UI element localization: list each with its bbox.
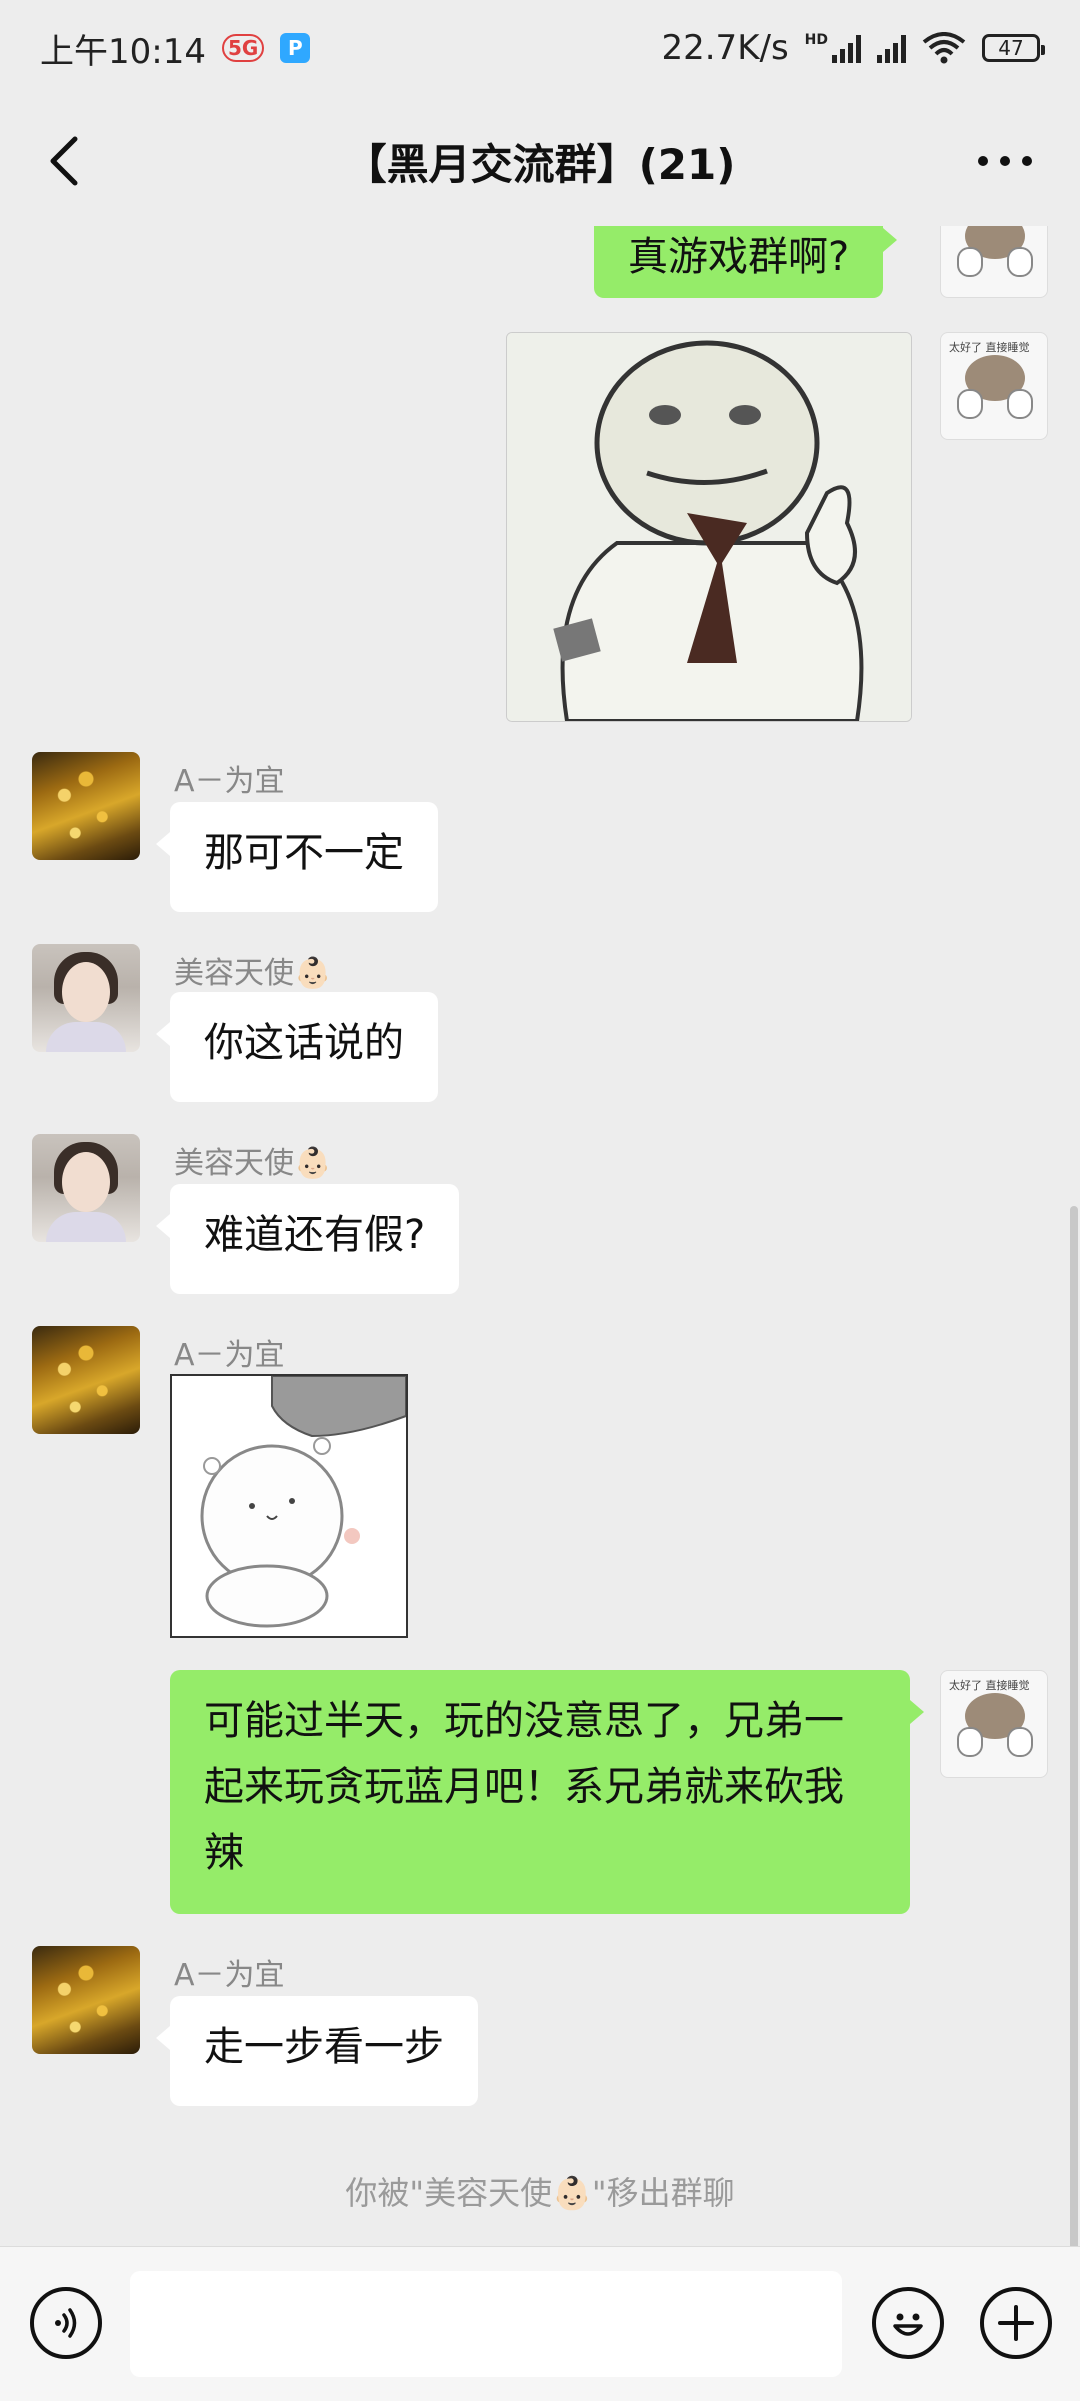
message-bubble-in[interactable]: 你这话说的 bbox=[156, 992, 438, 1102]
self-avatar[interactable]: 太好了 直接睡觉 bbox=[940, 332, 1048, 440]
message-bubble-in[interactable]: 那可不一定 bbox=[156, 802, 438, 912]
hd-label: HD bbox=[804, 32, 828, 48]
emoji-icon bbox=[893, 2313, 923, 2336]
message-text: 难道还有假? bbox=[204, 1212, 426, 1258]
message-bubble-in[interactable]: 走一步看一步 bbox=[156, 1996, 478, 2106]
wifi-icon bbox=[922, 32, 966, 64]
more-dots-icon bbox=[978, 156, 1032, 166]
sender-name: 美容天使👶🏻 bbox=[174, 1146, 332, 1181]
status-left: 上午10:14 5G P bbox=[40, 24, 311, 73]
hamster-drawing bbox=[172, 1376, 406, 1636]
avatar-caption: 太好了 直接睡觉 bbox=[949, 341, 1030, 354]
message-text: 真游戏群啊? bbox=[628, 234, 850, 280]
self-avatar[interactable]: 太好了 直接睡觉 bbox=[940, 1670, 1048, 1778]
meme-face-sticker[interactable] bbox=[506, 332, 912, 722]
self-avatar[interactable] bbox=[940, 226, 1048, 298]
signal-icon bbox=[832, 33, 861, 63]
member-avatar[interactable] bbox=[32, 1326, 140, 1434]
plus-button[interactable] bbox=[980, 2287, 1052, 2359]
sender-name: A－为宜 bbox=[174, 1338, 285, 1373]
member-avatar[interactable] bbox=[32, 752, 140, 860]
signal-icon-2 bbox=[877, 33, 906, 63]
status-right: 22.7K/s HD 47 bbox=[661, 28, 1045, 68]
message-bubble-out[interactable]: 真游戏群啊? bbox=[594, 226, 898, 298]
input-bar bbox=[0, 2246, 1080, 2401]
message-text: 走一步看一步 bbox=[204, 2024, 444, 2070]
message-input[interactable] bbox=[130, 2271, 842, 2377]
status-bar: 上午10:14 5G P 22.7K/s HD 47 bbox=[0, 0, 1080, 96]
system-notice: 你被"美容天使👶🏻"移出群聊 bbox=[345, 2174, 735, 2212]
message-bubble-in[interactable]: 难道还有假? bbox=[155, 1184, 460, 1294]
battery-icon: 47 bbox=[982, 34, 1045, 62]
member-avatar[interactable] bbox=[32, 1946, 140, 2054]
sender-name: A－为宜 bbox=[174, 764, 285, 799]
app-notification-icon: P bbox=[280, 33, 311, 63]
emoji-button[interactable] bbox=[872, 2287, 944, 2359]
more-button[interactable] bbox=[960, 126, 1050, 196]
meme-face-drawing bbox=[507, 333, 911, 721]
chat-message-list[interactable]: 真游戏群啊? 太好了 直接睡觉 A－为宜 那可不一定 美容天使👶🏻 你这话说的 bbox=[0, 226, 1080, 2246]
chat-scrollbar[interactable] bbox=[1070, 1206, 1078, 2246]
battery-level: 47 bbox=[998, 36, 1024, 60]
message-bubble-out[interactable]: 可能过半天，玩的没意思了，兄弟一起来玩贪玩蓝月吧！系兄弟就来砍我辣 bbox=[170, 1670, 924, 1914]
clock: 上午10:14 bbox=[40, 31, 206, 72]
avatar-caption: 太好了 直接睡觉 bbox=[949, 1679, 1030, 1692]
back-button[interactable] bbox=[30, 126, 100, 196]
member-avatar[interactable] bbox=[32, 1134, 140, 1242]
sender-name: A－为宜 bbox=[174, 1958, 285, 1993]
hamster-sticker[interactable] bbox=[170, 1374, 408, 1638]
message-text: 你这话说的 bbox=[204, 1020, 404, 1066]
message-text: 那可不一定 bbox=[204, 830, 404, 876]
voice-icon bbox=[55, 2308, 77, 2338]
voice-button[interactable] bbox=[30, 2287, 102, 2359]
back-arrow-icon bbox=[50, 136, 78, 186]
net-speed: 22.7K/s bbox=[661, 28, 789, 68]
plus-icon bbox=[998, 2305, 1034, 2341]
5g-icon: 5G bbox=[221, 34, 265, 62]
sender-name: 美容天使👶🏻 bbox=[174, 956, 332, 991]
chat-header: 【黑月交流群】(21) bbox=[0, 96, 1080, 226]
chat-title: 【黑月交流群】(21) bbox=[344, 139, 736, 189]
message-text: 可能过半天，玩的没意思了，兄弟一起来玩贪玩蓝月吧！系兄弟就来砍我辣 bbox=[204, 1698, 844, 1876]
member-avatar[interactable] bbox=[32, 944, 140, 1052]
